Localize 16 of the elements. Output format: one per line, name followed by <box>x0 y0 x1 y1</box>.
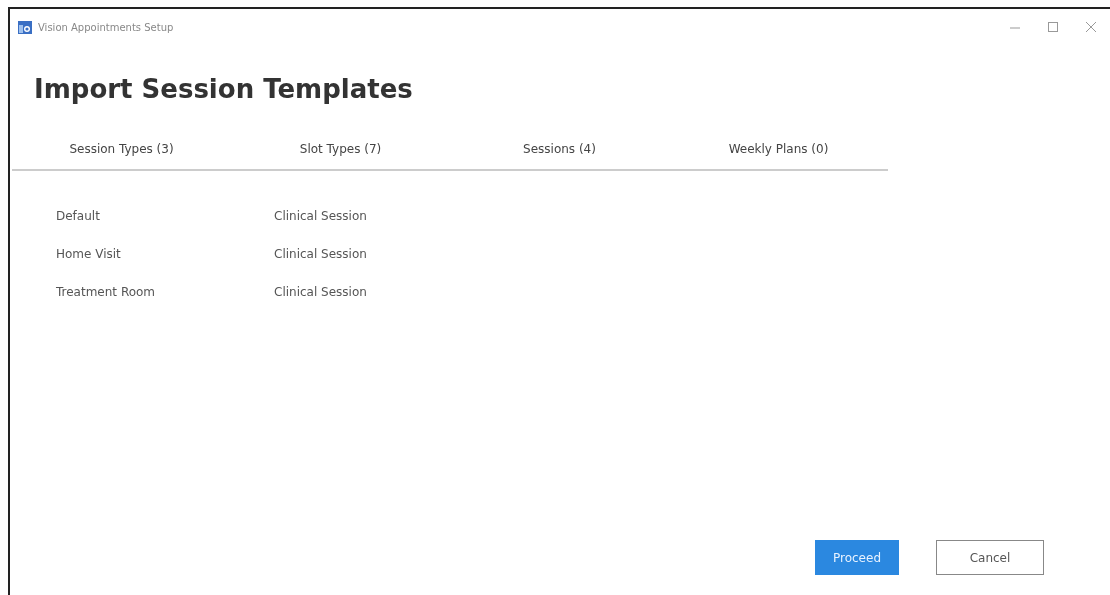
tab[interactable]: Session Types (3) <box>12 130 231 169</box>
table-cell-text: Clinical Session <box>274 285 368 299</box>
window-title: Vision Appointments Setup <box>38 21 174 33</box>
tab[interactable]: Slot Types (7) <box>231 130 450 169</box>
maximize-icon[interactable] <box>1048 22 1058 32</box>
table-cell-text: Treatment Room <box>56 285 157 299</box>
app-icon <box>18 20 32 34</box>
cancel-button[interactable]: Cancel <box>936 540 1044 575</box>
tab[interactable]: Weekly Plans (0) <box>669 130 888 169</box>
table-cell-text: Home Visit <box>56 247 122 261</box>
table-cell-text: Clinical Session <box>274 247 368 261</box>
tab[interactable]: Sessions (4) <box>450 130 669 169</box>
page-heading: Import Session Templates <box>34 74 413 104</box>
close-icon[interactable] <box>1086 22 1096 32</box>
table-cell-text: Default <box>56 209 101 223</box>
table-cell-text: Clinical Session <box>274 209 368 223</box>
